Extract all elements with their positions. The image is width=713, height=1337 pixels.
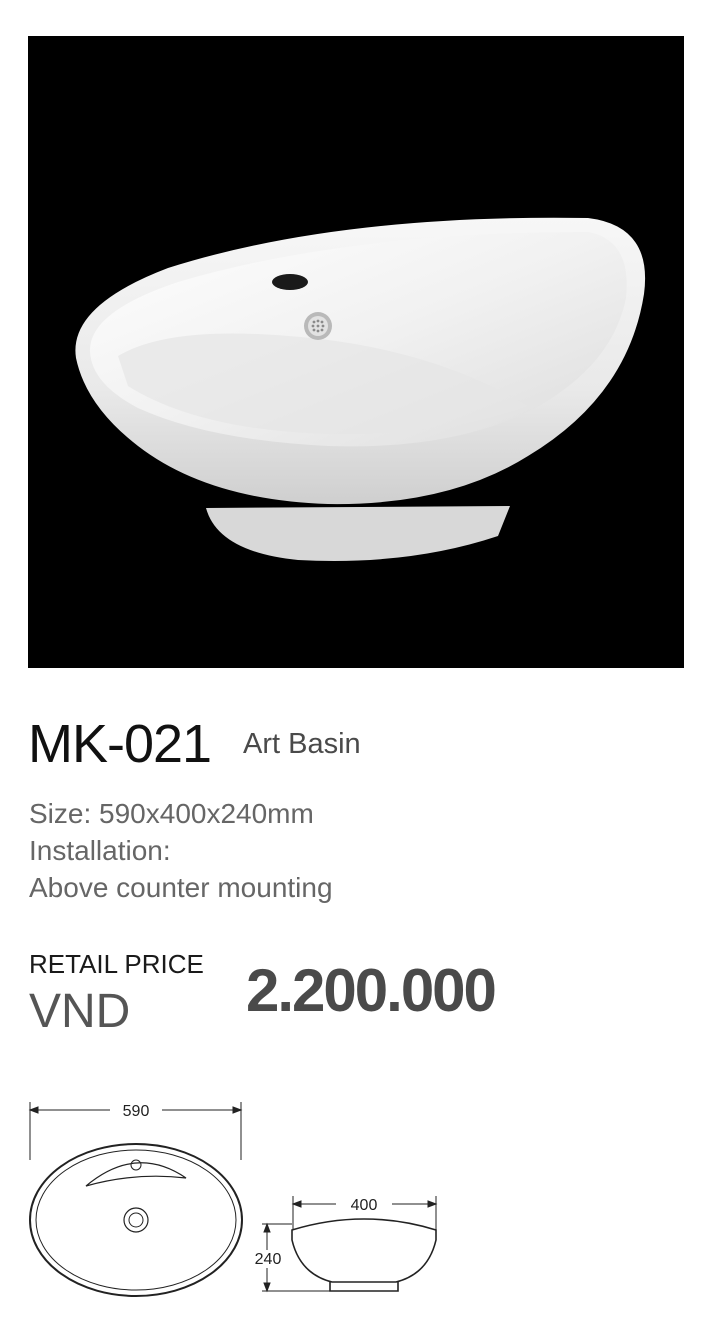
height-dimension: 240 <box>255 1251 282 1268</box>
price-value: 2.200.000 <box>246 957 497 1024</box>
width-dimension: 590 <box>123 1103 150 1120</box>
size-spec: Size: 590x400x240mm <box>29 798 314 829</box>
retail-price-label: RETAIL PRICE <box>29 949 204 979</box>
installation-value: Above counter mounting <box>29 872 333 903</box>
product-type: Art Basin <box>243 728 361 760</box>
model-number: MK-021 <box>28 714 212 774</box>
technical-drawing: 590 400 240 <box>28 1102 438 1297</box>
product-photo <box>28 36 684 668</box>
side-view <box>291 1218 437 1292</box>
depth-dimension: 400 <box>351 1197 378 1214</box>
top-view <box>29 1143 243 1297</box>
currency: VND <box>29 985 131 1038</box>
basin-illustration <box>75 217 646 561</box>
installation-label: Installation: <box>29 835 171 866</box>
